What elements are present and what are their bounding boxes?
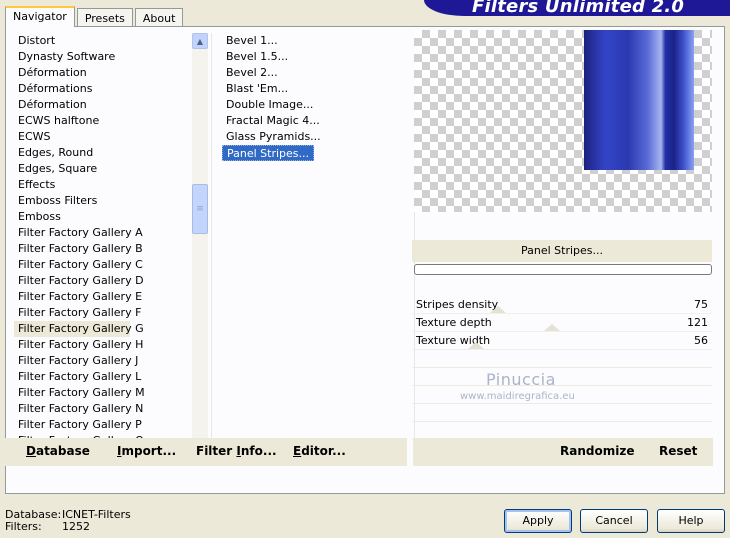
category-item[interactable]: Filter Factory Gallery D (14, 273, 192, 289)
category-item[interactable]: Filter Factory Gallery B (14, 241, 192, 257)
status-area: Database: ICNET-Filters Filters: 1252 (5, 509, 131, 533)
slider-marker-icon (544, 324, 560, 331)
category-item[interactable]: Effects (14, 177, 192, 193)
list-divider (211, 33, 212, 465)
category-item[interactable]: Déformations (14, 81, 192, 97)
category-list[interactable]: Distort Dynasty Software Déformation Déform… (14, 33, 192, 465)
category-item[interactable]: Emboss Filters (14, 193, 192, 209)
slider-marker-icon (468, 342, 484, 349)
import-button[interactable]: Import... (117, 444, 176, 458)
category-item[interactable]: Filter Factory Gallery G (14, 321, 144, 337)
apply-button[interactable]: Apply (504, 509, 572, 533)
category-scrollbar[interactable]: ▲ ≡ ▼ (192, 33, 208, 465)
parameter-list: Stripes density 75 Texture depth 121 Tex… (412, 296, 712, 440)
filter-item[interactable]: Glass Pyramids... (222, 129, 402, 145)
cancel-button[interactable]: Cancel (580, 509, 648, 533)
category-item[interactable]: Emboss (14, 209, 192, 225)
app-title: Filters Unlimited 2.0 (472, 0, 685, 16)
category-item[interactable]: Edges, Round (14, 145, 192, 161)
param-row-texture-depth[interactable]: Texture depth 121 (412, 314, 712, 332)
category-item[interactable]: ECWS halftone (14, 113, 192, 129)
help-button[interactable]: Help (657, 509, 725, 533)
scroll-thumb[interactable]: ≡ (192, 184, 208, 234)
category-item[interactable]: Dynasty Software (14, 49, 192, 65)
filter-item[interactable]: Panel Stripes... (222, 145, 315, 161)
param-row-empty (412, 404, 712, 422)
filter-info-button[interactable]: Filter Info... (196, 444, 277, 458)
filter-item[interactable]: Bevel 2... (222, 65, 402, 81)
filters-count: 1252 (62, 520, 90, 533)
filter-item[interactable]: Blast 'Em... (222, 81, 402, 97)
category-item[interactable]: Filter Factory Gallery N (14, 401, 192, 417)
tab-navigator[interactable]: Navigator (5, 6, 75, 27)
filter-list[interactable]: Bevel 1... Bevel 1.5... Bevel 2... Blast 'E… (222, 33, 402, 233)
category-item[interactable]: Filter Factory Gallery E (14, 289, 192, 305)
watermark-name: Pinuccia (486, 370, 556, 389)
category-item[interactable]: Filter Factory Gallery J (14, 353, 192, 369)
category-item[interactable]: Filter Factory Gallery P (14, 417, 192, 433)
param-row-empty (412, 368, 712, 386)
editor-button[interactable]: Editor... (293, 444, 346, 458)
category-item[interactable]: Filter Factory Gallery M (14, 385, 192, 401)
category-item[interactable]: Déformation (14, 97, 192, 113)
category-item[interactable]: Filter Factory Gallery H (14, 337, 192, 353)
tab-bar: Navigator Presets About (5, 6, 185, 27)
reset-button[interactable]: Reset (659, 444, 697, 458)
category-item[interactable]: Filter Factory Gallery A (14, 225, 192, 241)
param-value[interactable]: 121 (687, 314, 708, 332)
filter-item[interactable]: Double Image... (222, 97, 402, 113)
category-item[interactable]: Distort (14, 33, 192, 49)
param-label: Texture depth (416, 316, 492, 329)
param-label: Stripes density (416, 298, 499, 311)
filter-item[interactable]: Bevel 1... (222, 33, 402, 49)
param-row-empty (412, 350, 712, 368)
preview-canvas (414, 30, 712, 212)
param-row-stripes-density[interactable]: Stripes density 75 (412, 296, 712, 314)
filters-label: Filters: (5, 520, 42, 533)
scroll-up-button[interactable]: ▲ (192, 33, 208, 49)
filter-name-label: Panel Stripes... (520, 244, 604, 257)
category-item[interactable]: Filter Factory Gallery F (14, 305, 192, 321)
randomize-button[interactable]: Randomize (560, 444, 634, 458)
category-item[interactable]: Edges, Square (14, 161, 192, 177)
slider-marker-icon (490, 306, 506, 313)
tab-about[interactable]: About (134, 8, 184, 26)
category-item[interactable]: ECWS (14, 129, 192, 145)
category-item[interactable]: Filter Factory Gallery L (14, 369, 192, 385)
preview-image (584, 30, 694, 170)
param-row-texture-width[interactable]: Texture width 56 (412, 332, 712, 350)
category-item[interactable]: Déformation (14, 65, 192, 81)
filter-item[interactable]: Fractal Magic 4... (222, 113, 402, 129)
app-banner: Filters Unlimited 2.0 (424, 0, 730, 16)
tab-presets[interactable]: Presets (76, 8, 133, 26)
param-value[interactable]: 75 (694, 296, 708, 314)
progress-bar (414, 264, 712, 275)
category-item[interactable]: Filter Factory Gallery C (14, 257, 192, 273)
database-button[interactable]: Database (26, 444, 90, 458)
param-value[interactable]: 56 (694, 332, 708, 350)
filter-item[interactable]: Bevel 1.5... (222, 49, 402, 65)
chevron-up-icon: ▲ (196, 36, 204, 46)
watermark-url: www.maidiregrafica.eu (460, 391, 575, 402)
